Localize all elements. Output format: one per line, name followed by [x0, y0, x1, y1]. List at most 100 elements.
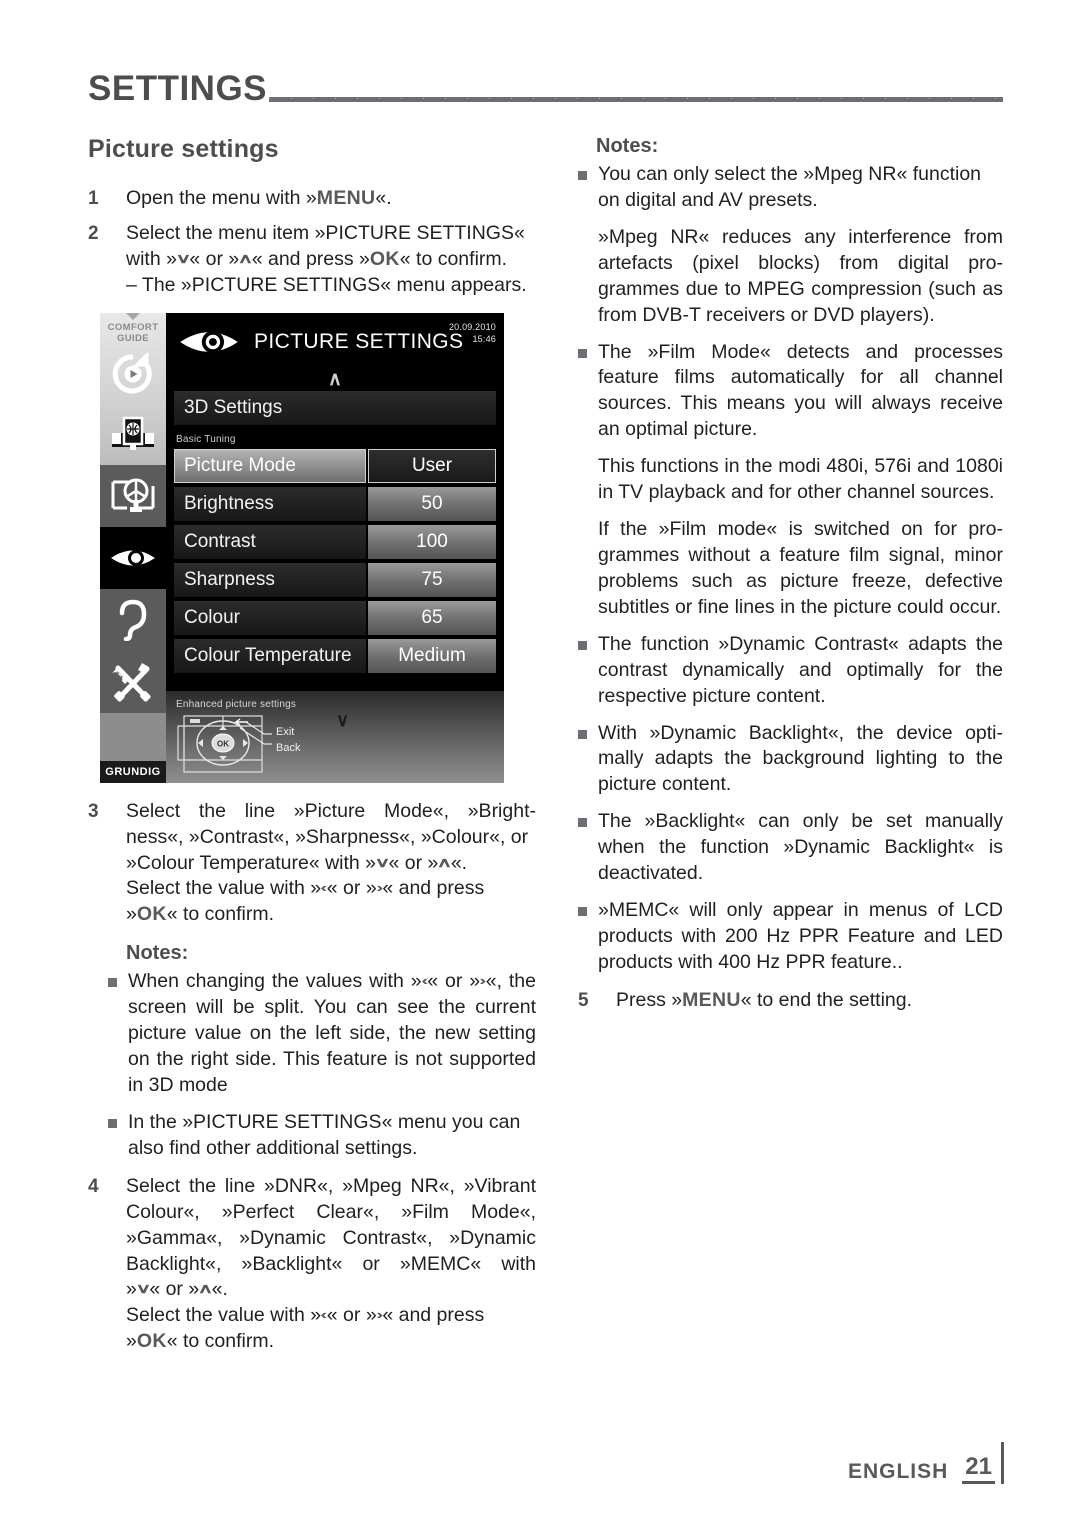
- t: « or »: [149, 1278, 200, 1301]
- t: « to confirm.: [399, 247, 508, 270]
- step4-line-3: Select the value with »‹« or »›« and pre…: [126, 1303, 536, 1329]
- t: »Colour Temperature« with »: [126, 851, 377, 874]
- t: « or »: [427, 970, 481, 993]
- table-row[interactable]: Colour Temperature Medium: [174, 638, 496, 673]
- t: Select the value with »: [126, 1304, 322, 1327]
- sidebar-item-tools[interactable]: [100, 650, 166, 713]
- remote-navigation-icon: OK: [177, 715, 272, 773]
- tv-footer: Enhanced picture settings ∨ OK Exit Back: [166, 690, 504, 783]
- step3-line-2: ness«, »Contrast«, »Sharpness«, »Colour«…: [126, 825, 529, 848]
- note-item: The function »Dynamic Contrast« adapts t…: [578, 632, 1003, 710]
- chevron-right-icon: ›: [375, 880, 384, 896]
- right-column: Notes: You can only select the »Mpeg NR«…: [578, 135, 1003, 1023]
- step-number: 3: [88, 800, 99, 822]
- note-text: »MEMC« will only appear in menus of LCD …: [598, 899, 1003, 973]
- step-3: 3 Select the line »Picture Mode«, »Brigh…: [88, 799, 536, 929]
- table-row[interactable]: Brightness 50: [174, 486, 496, 521]
- t: »: [126, 903, 137, 926]
- chevron-down-icon: ∨: [135, 1281, 151, 1297]
- key-menu: MENU: [682, 988, 741, 1011]
- step-4: 4 Select the line »DNR«, »Mpeg NR«, »Vib…: [88, 1174, 536, 1355]
- table-row[interactable]: Contrast 100: [174, 524, 496, 559]
- remote-exit-label: Exit: [276, 725, 295, 738]
- step-5: 5 Press »MENU« to end the setting.: [578, 988, 1003, 1014]
- page-footer: ENGLISH 21: [848, 1442, 1004, 1484]
- step2-line-2: with »∨« or »∧« and press »OK« to confir…: [126, 247, 536, 273]
- chevron-down-icon[interactable]: ∨: [336, 710, 349, 731]
- page-number: 21: [962, 1455, 995, 1484]
- chevron-up-icon: ∧: [197, 1281, 214, 1297]
- tv-time: 15:46: [472, 333, 496, 344]
- bullet-icon: [108, 1110, 128, 1162]
- tv-row-value: 65: [368, 600, 496, 635]
- sidebar-item-source[interactable]: [100, 403, 166, 465]
- step3-line-1: Select the line »Picture Mode«, »Bright-: [126, 799, 536, 822]
- tv-sidebar: COMFORT GUIDE GRUNDIG: [100, 312, 166, 783]
- chevron-down-icon: ∨: [374, 854, 391, 870]
- tv-datetime: 20.09.2010 15:46: [449, 321, 496, 345]
- left-column: Picture settings 1 Open the menu with »M…: [88, 135, 536, 1364]
- svg-text:OK: OK: [217, 739, 229, 748]
- note-text: You can only select the »Mpeg NR« functi…: [598, 163, 982, 211]
- remote-labels: Exit Back: [276, 724, 300, 757]
- footer-bar: [1001, 1442, 1004, 1484]
- tv-row-label: Picture Mode: [174, 448, 366, 483]
- source-select-icon: [112, 416, 154, 450]
- tv-row-label: 3D Settings: [174, 390, 496, 425]
- tv-row-label: Contrast: [174, 524, 366, 559]
- t: « or »: [189, 247, 240, 270]
- sound-settings-icon: [119, 599, 147, 641]
- step2-line-3: – The »PICTURE SETTINGS« menu appears.: [126, 273, 527, 296]
- note-item: In the »PICTURE SETTINGS« menu you can a…: [108, 1110, 536, 1162]
- note-item: You can only select the »Mpeg NR« functi…: [578, 162, 1003, 214]
- tv-row-label: Colour Temperature: [174, 638, 366, 673]
- picture-settings-icon: [180, 330, 238, 353]
- step-text: Press »MENU« to end the setting.: [616, 988, 1003, 1014]
- step3-line-3: »Colour Temperature« with »∨« or »∧«.: [126, 851, 536, 877]
- comfort-guide-line1: COMFORT: [107, 321, 159, 333]
- table-row[interactable]: Colour 65: [174, 600, 496, 635]
- bullet-icon: [578, 809, 598, 887]
- chevron-up-icon[interactable]: ∧: [166, 370, 504, 391]
- sidebar-item-channels[interactable]: [100, 464, 166, 527]
- t: « and press »: [251, 247, 370, 270]
- tv-row-label: Sharpness: [174, 562, 366, 597]
- sidebar-item-media[interactable]: [100, 345, 166, 403]
- note-item: When changing the values with »‹« or »›«…: [108, 969, 536, 1099]
- tv-row-value: 50: [368, 486, 496, 521]
- comfort-guide-line2: GUIDE: [116, 332, 150, 344]
- media-playback-icon: [112, 352, 152, 394]
- remote-back-label: Back: [276, 742, 301, 755]
- notes-heading: Notes:: [596, 135, 659, 157]
- tv-sidebar-icons: [100, 345, 166, 761]
- note-item: The »Film Mode« detects and processes fe…: [578, 340, 1003, 444]
- step-number: 2: [88, 222, 99, 244]
- chevron-up-icon: ∧: [237, 251, 254, 266]
- note-text: With »Dynamic Backlight«, the device opt…: [598, 721, 1003, 796]
- table-row[interactable]: Sharpness 75: [174, 562, 496, 597]
- tv-row-3d-settings[interactable]: 3D Settings: [174, 390, 496, 425]
- sidebar-item-sound[interactable]: [100, 588, 166, 651]
- bullet-icon: [108, 969, 128, 1099]
- step3-line-5: »OK« to confirm.: [126, 902, 536, 928]
- table-row[interactable]: Picture Mode User: [174, 448, 496, 483]
- channel-settings-icon: [111, 478, 155, 512]
- t: « to end the setting.: [740, 988, 913, 1011]
- tv-row-value: 100: [368, 524, 496, 559]
- comfort-guide-label: COMFORT GUIDE: [100, 321, 166, 345]
- remote-diagram: OK: [176, 714, 272, 781]
- tv-menu-screenshot: COMFORT GUIDE GRUNDIG 20.09.2010 15:46 P…: [100, 312, 504, 783]
- t: »: [126, 1330, 137, 1353]
- step4-line-2: »∨« or »∧«.: [126, 1277, 536, 1303]
- note-item: »MEMC« will only appear in menus of LCD …: [578, 898, 1003, 976]
- tv-row-label: Brightness: [174, 486, 366, 521]
- key-menu: MENU: [316, 187, 376, 209]
- header-rule: [269, 97, 1003, 102]
- t: Select the value with »: [126, 877, 322, 900]
- t: « or »: [388, 851, 439, 874]
- t: Press »: [616, 988, 683, 1011]
- step-text: Select the line »DNR«, »Mpeg NR«, »Vibra…: [126, 1174, 536, 1355]
- sidebar-item-picture[interactable]: [100, 526, 166, 589]
- t: « and press: [382, 877, 485, 900]
- tv-row-label: Colour: [174, 600, 366, 635]
